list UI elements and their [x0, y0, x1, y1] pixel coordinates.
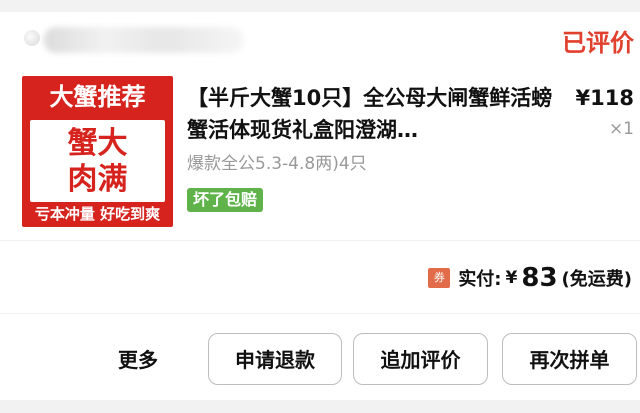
product-title[interactable]: 【半斤大蟹10只】全公母大闸蟹鲜活螃蟹活体现货礼盒阳澄湖…	[187, 82, 557, 146]
thumbnail-banner: 大蟹推荐	[49, 83, 146, 111]
thumbnail-big-text: 蟹大 肉满	[67, 126, 128, 197]
product-price: ¥118	[575, 86, 634, 110]
product-thumbnail[interactable]: 大蟹推荐 蟹大 肉满 亏本冲量 好吃到爽	[22, 76, 173, 227]
thumbnail-footer: 亏本冲量 好吃到爽	[34, 205, 161, 223]
guarantee-badge: 坏了包赔	[187, 188, 264, 212]
top-band	[0, 0, 640, 12]
order-status: 已评价	[562, 29, 634, 57]
thumbnail-card: 蟹大 肉满	[30, 120, 165, 202]
shop-name-redacted[interactable]	[44, 27, 244, 53]
currency-symbol: ¥	[505, 268, 518, 288]
shop-avatar[interactable]	[24, 30, 40, 46]
add-review-button[interactable]: 追加评价	[353, 333, 488, 385]
shipping-note: (免运费)	[561, 269, 632, 290]
payment-summary: 券 实付: ¥ 83 (免运费)	[428, 262, 632, 294]
product-quantity: ×1	[608, 119, 634, 139]
more-button[interactable]: 更多	[118, 345, 158, 375]
divider	[0, 313, 640, 314]
coupon-icon: 券	[428, 268, 451, 288]
total-label: 实付:	[458, 269, 502, 290]
bottom-band	[0, 400, 640, 413]
total-amount: 83	[521, 263, 558, 293]
refund-button[interactable]: 申请退款	[208, 333, 342, 385]
divider	[0, 240, 640, 241]
product-spec: 爆款全公5.3-4.8两)4只	[187, 154, 367, 174]
rebuy-button[interactable]: 再次拼单	[502, 333, 637, 385]
